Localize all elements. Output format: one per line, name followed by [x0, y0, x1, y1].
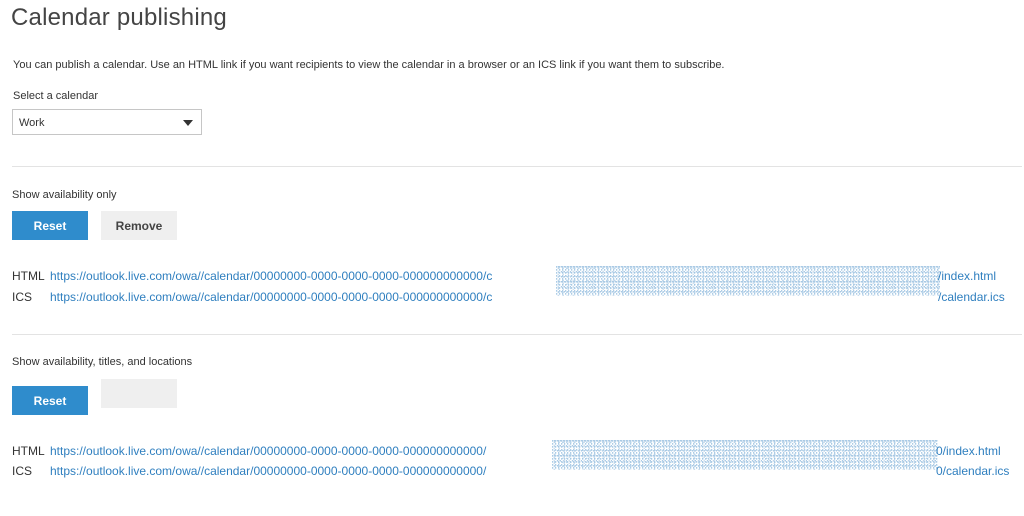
section-availability-only-label: Show availability only: [12, 189, 117, 201]
html-link[interactable]: https://outlook.live.com/owa//calendar/0…: [50, 444, 486, 458]
intro-text: You can publish a calendar. Use an HTML …: [13, 59, 725, 71]
redacted-link-portion: [556, 266, 940, 296]
reset-button[interactable]: Reset: [12, 386, 88, 415]
html-link-row: HTML https://outlook.live.com/owa//calend…: [12, 269, 492, 283]
html-link-row: HTML https://outlook.live.com/owa//calend…: [12, 444, 486, 458]
chevron-down-icon: [183, 120, 193, 126]
ics-link-tail[interactable]: /calendar.ics: [938, 290, 1005, 304]
ics-link[interactable]: https://outlook.live.com/owa//calendar/0…: [50, 290, 492, 304]
html-link-tail[interactable]: /index.html: [938, 269, 996, 283]
ics-link-label: ICS: [12, 464, 33, 478]
calendar-select-value: Work: [19, 117, 45, 129]
ics-link-label: ICS: [12, 290, 33, 304]
calendar-publishing-page: Calendar publishing You can publish a ca…: [0, 0, 1024, 516]
select-calendar-label: Select a calendar: [13, 90, 98, 102]
page-title: Calendar publishing: [11, 4, 227, 31]
redacted-link-portion: [552, 440, 938, 470]
html-link-label: HTML: [12, 444, 45, 458]
ics-link[interactable]: https://outlook.live.com/owa//calendar/0…: [50, 464, 486, 478]
calendar-select[interactable]: Work: [12, 109, 202, 135]
html-link-label: HTML: [12, 269, 45, 283]
empty-button[interactable]: [101, 379, 177, 408]
ics-link-tail[interactable]: 0/calendar.ics: [936, 464, 1009, 478]
divider: [12, 334, 1022, 335]
section-availability-titles-label: Show availability, titles, and locations: [12, 356, 193, 368]
ics-link-row: ICS https://outlook.live.com/owa//calenda…: [12, 290, 492, 304]
ics-link-row: ICS https://outlook.live.com/owa//calenda…: [12, 464, 486, 478]
html-link[interactable]: https://outlook.live.com/owa//calendar/0…: [50, 269, 492, 283]
divider: [12, 166, 1022, 167]
remove-button[interactable]: Remove: [101, 211, 177, 240]
reset-button[interactable]: Reset: [12, 211, 88, 240]
html-link-tail[interactable]: 0/index.html: [936, 444, 1001, 458]
